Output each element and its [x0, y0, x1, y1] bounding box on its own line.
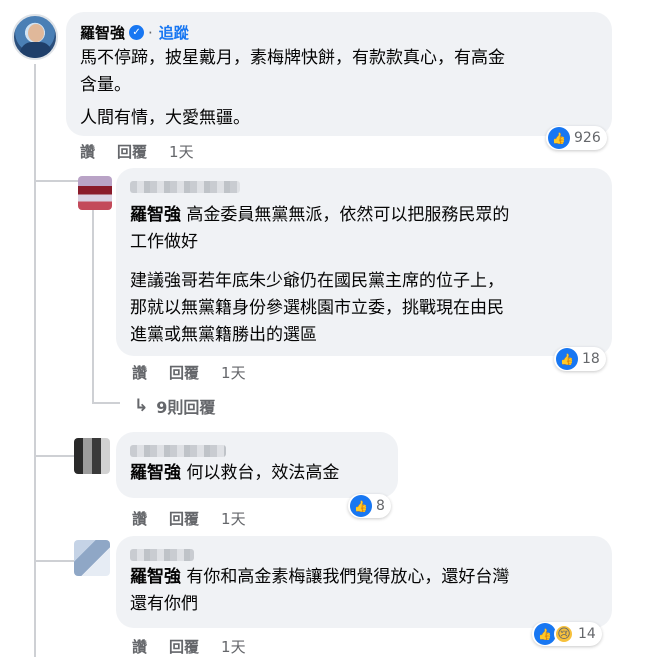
comment-actions: 讚 回覆 1天 — [132, 362, 246, 383]
comment-text: 馬不停蹄，披星戴月，素梅牌快餅，有款款真心，有高金 含量。 人間有情，大愛無疆。 — [80, 45, 598, 132]
author-name[interactable]: 羅智強 — [80, 22, 125, 43]
thread-connector — [34, 560, 74, 562]
like-icon: 👍 — [548, 127, 570, 149]
reaction-count[interactable]: 👍 926 — [546, 126, 607, 150]
comment-line: 那就以無黨籍身份參選桃園市立委，挑戰現在由民 — [130, 298, 504, 318]
like-icon: 👍 — [350, 495, 372, 517]
timestamp[interactable]: 1天 — [221, 362, 246, 383]
reply-button[interactable]: 回覆 — [169, 508, 199, 529]
verified-badge-icon: ✓ — [129, 25, 145, 40]
comment-bubble: 羅智強 有你和高金素梅讓我們覺得放心，還好台灣 還有你們 — [116, 536, 612, 628]
comment-line: 進黨或無黨籍勝出的選區 — [130, 325, 317, 345]
comment-line-text: 有你和高金素梅讓我們覺得放心，還好台灣 — [181, 567, 510, 587]
comment-text: 羅智強 有你和高金素梅讓我們覺得放心，還好台灣 還有你們 — [130, 564, 598, 618]
replies-count: 9則回覆 — [156, 398, 216, 417]
comment-line: 馬不停蹄，披星戴月，素梅牌快餅，有款款真心，有高金 — [80, 48, 505, 68]
comment-actions: 讚 回覆 1天 — [80, 141, 194, 162]
timestamp[interactable]: 1天 — [221, 508, 246, 529]
avatar[interactable] — [74, 540, 110, 576]
separator-dot: · — [148, 23, 153, 42]
reply-button[interactable]: 回覆 — [117, 141, 147, 162]
reaction-count[interactable]: 👍 8 — [348, 494, 391, 518]
avatar[interactable] — [12, 14, 58, 60]
author-name-obscured — [130, 178, 598, 196]
timestamp[interactable]: 1天 — [169, 141, 194, 162]
reaction-count-value: 18 — [582, 351, 600, 367]
reply-arrow-icon: ↳ — [134, 396, 149, 416]
comment-text: 羅智強 高金委員無黨無派，依然可以把服務民眾的 工作做好 建議強哥若年底朱少爺仍… — [130, 202, 598, 349]
thread-connector-nested — [92, 402, 120, 404]
reaction-count-value: 8 — [376, 498, 385, 514]
reaction-count[interactable]: 👍 😢 14 — [532, 622, 602, 646]
follow-button[interactable]: 追蹤 — [159, 22, 189, 43]
like-button[interactable]: 讚 — [132, 362, 147, 383]
comment-line: 羅智強 有你和高金素梅讓我們覺得放心，還好台灣 — [130, 564, 598, 591]
blurred-name — [130, 445, 226, 457]
comment-line-text: 高金委員無黨無派，依然可以把服務民眾的 — [181, 205, 510, 225]
comment-line: 還有你們 — [130, 594, 198, 614]
reply-button[interactable]: 回覆 — [169, 636, 199, 657]
comment-header: 羅智強 ✓ · 追蹤 — [80, 22, 598, 43]
like-button[interactable]: 讚 — [132, 508, 147, 529]
reaction-count-value: 926 — [574, 130, 601, 146]
comment-bubble: 羅智強 何以救台，效法高金 — [116, 432, 398, 498]
like-button[interactable]: 讚 — [80, 141, 95, 162]
sad-reaction-icon: 😢 — [554, 624, 574, 644]
comment-line: 人間有情，大愛無疆。 — [80, 108, 250, 128]
mention-tag[interactable]: 羅智強 — [130, 567, 181, 587]
comment-line: 羅智強 高金委員無黨無派，依然可以把服務民眾的 — [130, 202, 598, 229]
comment-line: 工作做好 — [130, 232, 198, 252]
thread-connector — [34, 455, 74, 457]
blurred-name — [130, 181, 240, 193]
thread-line — [34, 64, 36, 657]
avatar[interactable] — [74, 438, 110, 474]
comment-bubble: 羅智強 ✓ · 追蹤 馬不停蹄，披星戴月，素梅牌快餅，有款款真心，有高金 含量。… — [66, 12, 612, 136]
comment-line-text: 何以救台，效法高金 — [181, 463, 340, 483]
like-button[interactable]: 讚 — [132, 636, 147, 657]
thread-line-nested — [92, 210, 94, 402]
comment-actions: 讚 回覆 1天 — [132, 636, 246, 657]
comment-bubble: 羅智強 高金委員無黨無派，依然可以把服務民眾的 工作做好 建議強哥若年底朱少爺仍… — [116, 168, 612, 356]
author-name-obscured — [130, 546, 598, 562]
view-replies-link[interactable]: ↳ 9則回覆 — [134, 394, 215, 418]
like-icon: 👍 — [556, 348, 578, 370]
like-icon: 👍 — [534, 623, 556, 645]
comment-text: 羅智強 何以救台，效法高金 — [130, 460, 384, 487]
comment-line: 建議強哥若年底朱少爺仍在國民黨主席的位子上， — [130, 271, 504, 291]
mention-tag[interactable]: 羅智強 — [130, 463, 181, 483]
reply-button[interactable]: 回覆 — [169, 362, 199, 383]
thread-connector — [34, 180, 78, 182]
comment-line: 含量。 — [80, 75, 131, 95]
author-name-obscured — [130, 442, 384, 458]
reaction-count[interactable]: 👍 18 — [554, 347, 606, 371]
mention-tag[interactable]: 羅智強 — [130, 205, 181, 225]
comment-actions: 讚 回覆 1天 — [132, 508, 246, 529]
avatar[interactable] — [78, 176, 112, 210]
timestamp[interactable]: 1天 — [221, 636, 246, 657]
reaction-count-value: 14 — [578, 626, 596, 642]
blurred-name — [130, 549, 194, 561]
